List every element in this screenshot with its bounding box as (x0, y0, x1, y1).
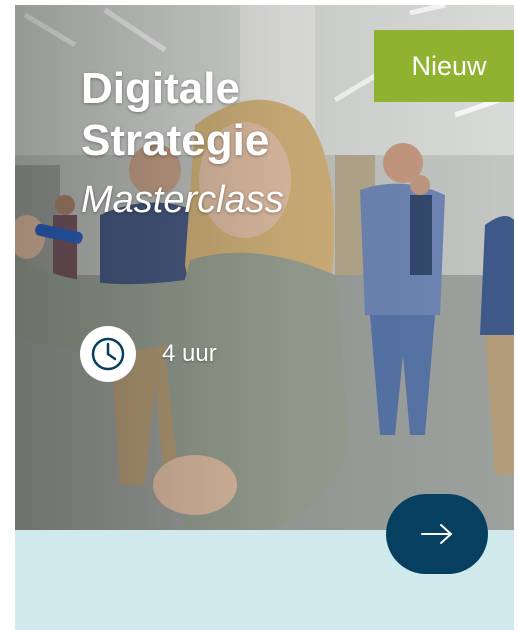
duration-label: 4 uur (162, 340, 217, 367)
new-badge-label: Nieuw (411, 50, 487, 81)
open-course-button[interactable] (386, 494, 488, 574)
course-card[interactable]: Digitale Strategie Masterclass Nieuw 4 u… (15, 5, 514, 630)
clock-icon (80, 326, 136, 382)
new-badge: Nieuw (374, 30, 514, 102)
course-title-line-2: Strategie (81, 116, 270, 165)
course-title-line-1: Digitale (81, 64, 240, 113)
course-duration: 4 uur (80, 326, 217, 382)
course-subtitle: Masterclass (81, 179, 284, 221)
arrow-right-icon (421, 524, 452, 544)
course-title: Digitale Strategie (81, 63, 269, 167)
